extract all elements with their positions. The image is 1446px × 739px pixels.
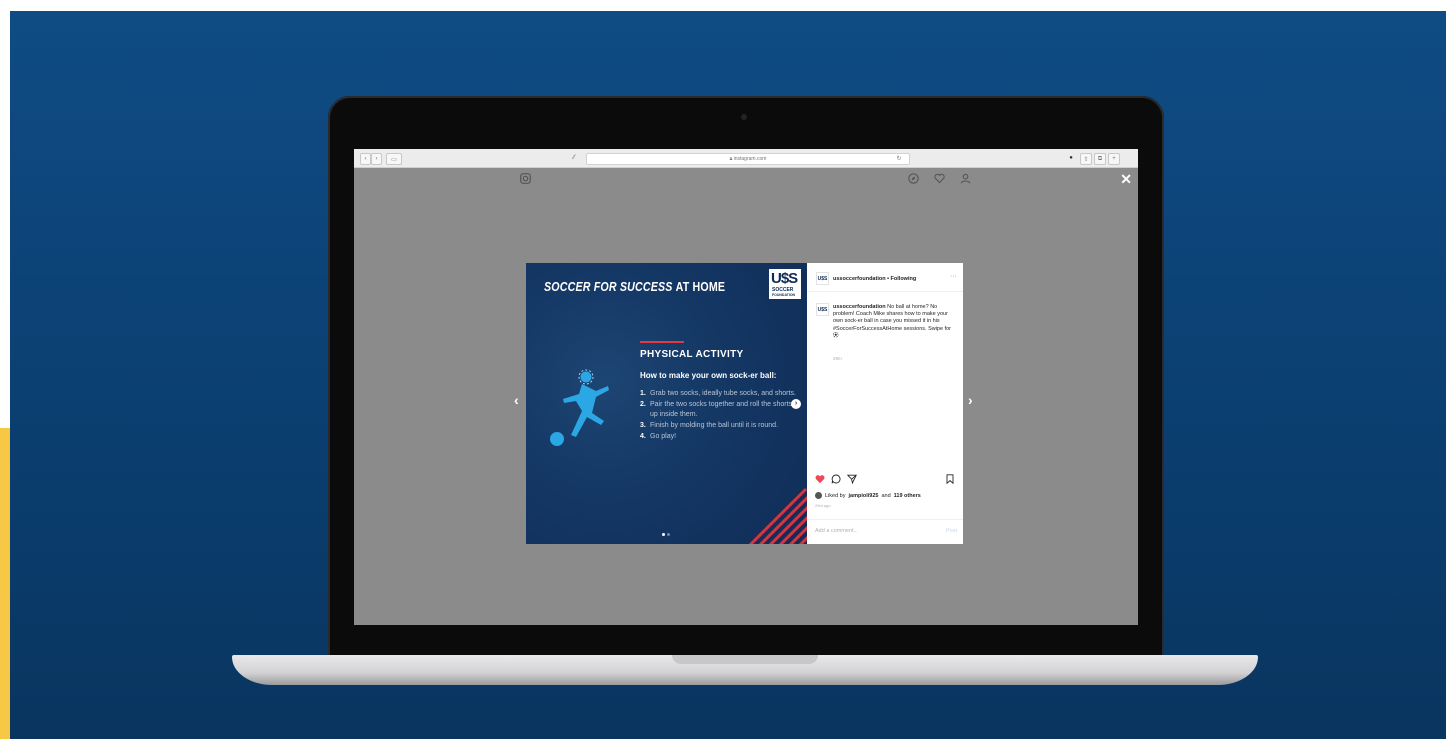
liker-username-link[interactable]: jampioli925 — [849, 493, 879, 499]
post-timestamp: 29m ago — [815, 503, 831, 508]
step-number: 3. — [640, 422, 646, 429]
header-divider — [807, 291, 963, 292]
caption-text: ussoccerfoundation No ball at home? No p… — [833, 304, 957, 340]
instagram-logo-icon[interactable] — [520, 173, 531, 187]
instagram-nav: ✕ — [354, 167, 1138, 189]
like-heart-icon[interactable] — [815, 474, 825, 484]
tabs-button[interactable]: ⧉ — [1094, 153, 1106, 165]
soccer-emoji-icon: ⚽︎ — [833, 332, 839, 339]
instruction-step: 1. Grab two socks, ideally tube socks, an… — [640, 389, 800, 399]
post-actions — [815, 474, 957, 486]
logo-wordmark: SOCCER FOUNDATION — [772, 288, 795, 298]
lock-icon: 🔒︎ — [729, 156, 733, 162]
laptop-screen: ‹ › ▭ ⁄⁄ 🔒︎ instagram.com ↻ ● ⇧ ⧉ + ✕ ‹ … — [354, 149, 1138, 625]
webcam — [741, 114, 747, 120]
browser-toolbar: ‹ › ▭ ⁄⁄ 🔒︎ instagram.com ↻ ● ⇧ ⧉ + — [354, 149, 1138, 168]
address-bar[interactable]: 🔒︎ instagram.com — [586, 153, 910, 165]
comment-icon[interactable] — [831, 474, 841, 484]
share-button[interactable]: ⇧ — [1080, 153, 1092, 165]
carousel-dot-active — [662, 533, 665, 536]
liker-avatar[interactable] — [815, 492, 822, 499]
laptop-notch — [672, 655, 818, 664]
caption-time: 29m — [833, 356, 842, 361]
next-post-arrow-icon[interactable]: › — [968, 392, 973, 408]
soccer-player-icon — [550, 369, 609, 446]
instruction-step: 3. Finish by molding the ball until it is… — [640, 421, 800, 431]
carousel-dots — [662, 533, 674, 536]
previous-post-arrow-icon[interactable]: ‹ — [514, 392, 519, 408]
background-stage: ‹ › ▭ ⁄⁄ 🔒︎ instagram.com ↻ ● ⇧ ⧉ + ✕ ‹ … — [10, 11, 1446, 739]
more-options-icon[interactable]: ··· — [950, 273, 957, 280]
sidebar-toggle-button[interactable]: ▭ — [386, 153, 402, 165]
step-text: Go play! — [650, 433, 677, 440]
likes-summary: Liked by jampioli925 and 119 others — [815, 492, 921, 499]
instruction-list: 1. Grab two socks, ideally tube socks, an… — [640, 389, 800, 443]
heading-rule — [640, 341, 684, 343]
step-text: Pair the two socks together and roll the… — [650, 401, 793, 418]
next-slide-chevron-icon[interactable]: › — [791, 399, 801, 409]
profile-icon[interactable] — [960, 173, 971, 187]
following-status[interactable]: • Following — [887, 276, 916, 282]
instruction-step: 2. Pair the two socks together and roll t… — [640, 400, 800, 420]
laptop-lid: ‹ › ▭ ⁄⁄ 🔒︎ instagram.com ↻ ● ⇧ ⧉ + ✕ ‹ … — [328, 96, 1164, 658]
post-image-slide: SOCCER FOR SUCCESS AT HOME U$S SOCCER FO… — [526, 263, 807, 544]
account-avatar[interactable]: U$S — [816, 272, 829, 285]
new-tab-button[interactable]: + — [1108, 153, 1120, 165]
step-text: Finish by molding the ball until it is r… — [650, 422, 779, 429]
post-side-panel: U$S ussoccerfoundation • Following ··· U… — [807, 263, 963, 544]
accent-bar — [0, 428, 10, 739]
slide-title: SOCCER FOR SUCCESS AT HOME — [544, 279, 725, 294]
logo-mark: U$S — [771, 270, 798, 287]
caption-avatar[interactable]: U$S — [816, 303, 829, 316]
activity-heading: PHYSICAL ACTIVITY — [640, 349, 744, 360]
likes-count-link[interactable]: 119 others — [894, 493, 921, 499]
extension-icon[interactable]: ● — [1066, 153, 1076, 163]
step-text: Grab two socks, ideally tube socks, and … — [650, 390, 796, 397]
step-number: 2. — [640, 401, 646, 408]
slide-title-prefix: SOCCER FOR SUCCESS — [544, 279, 673, 294]
forward-button[interactable]: › — [371, 153, 382, 165]
likes-prefix: Liked by — [825, 492, 846, 499]
carousel-dot — [667, 533, 670, 536]
save-bookmark-icon[interactable] — [945, 474, 955, 484]
instruction-step: 4. Go play! — [640, 432, 800, 442]
likes-and: and — [881, 492, 891, 499]
explore-icon[interactable] — [908, 173, 919, 187]
step-number: 1. — [640, 390, 646, 397]
comment-bar: Add a comment... Post — [807, 519, 963, 545]
account-name-link[interactable]: ussoccerfoundation — [833, 276, 886, 282]
decorative-stripes — [748, 487, 807, 544]
share-direct-icon[interactable] — [847, 474, 857, 484]
activity-heart-icon[interactable] — [934, 173, 945, 187]
laptop-base — [232, 655, 1258, 685]
reader-icon[interactable]: ⁄⁄ — [568, 153, 580, 163]
address-text: instagram.com — [733, 156, 767, 162]
activity-subheading: How to make your own sock-er ball: — [640, 371, 777, 380]
logo-word-2: FOUNDATION — [772, 293, 796, 297]
comment-input[interactable]: Add a comment... — [815, 528, 858, 534]
caption-account-link[interactable]: ussoccerfoundation — [833, 304, 886, 310]
step-number: 4. — [640, 433, 646, 440]
post-header: ussoccerfoundation • Following — [833, 276, 916, 282]
slide-title-suffix: AT HOME — [675, 279, 726, 294]
post-comment-button[interactable]: Post — [946, 528, 957, 534]
back-button[interactable]: ‹ — [360, 153, 371, 165]
close-modal-icon[interactable]: ✕ — [1120, 171, 1132, 188]
reload-icon[interactable]: ↻ — [895, 153, 903, 163]
us-soccer-foundation-logo: U$S SOCCER FOUNDATION — [769, 269, 801, 299]
